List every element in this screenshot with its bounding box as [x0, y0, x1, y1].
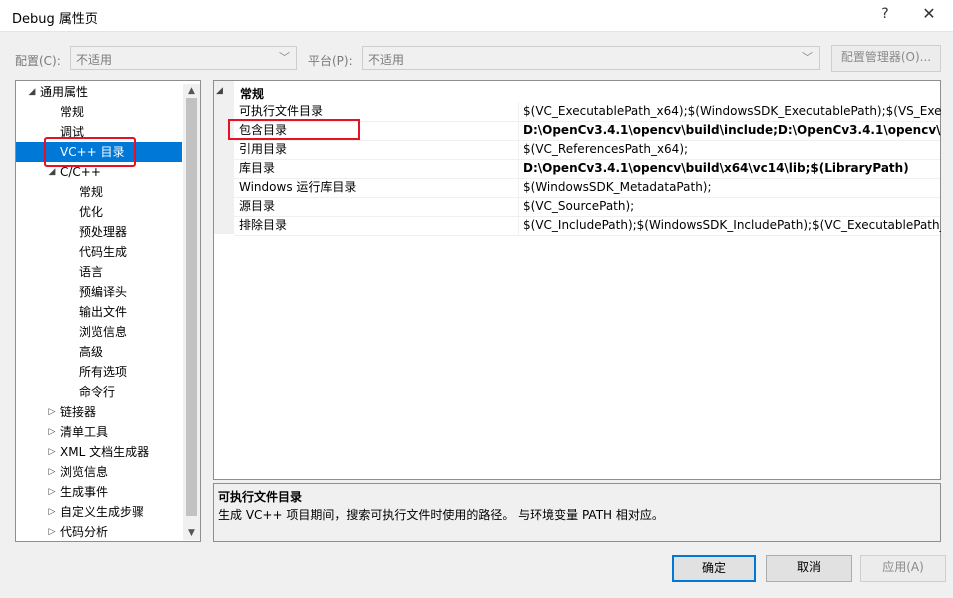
tree-item[interactable]: 优化 [16, 202, 182, 222]
chevron-down-icon: ﹀ [802, 51, 813, 64]
tree-item[interactable]: 命令行 [16, 382, 182, 402]
tree-item-label: 通用属性 [40, 85, 89, 99]
property-name: 源目录 [239, 199, 276, 213]
tree-item[interactable]: 语言 [16, 262, 182, 282]
collapse-arrow-icon[interactable]: ◢ [27, 82, 37, 102]
expand-arrow-icon[interactable]: ▷ [47, 522, 57, 542]
ok-button[interactable]: 确定 [672, 555, 756, 582]
help-button[interactable]: ? [870, 6, 900, 26]
property-value[interactable]: $(VC_ExecutablePath_x64);$(WindowsSDK_Ex… [523, 102, 941, 121]
tree-item-label: 清单工具 [60, 425, 109, 439]
property-row[interactable]: 库目录 D:\OpenCv3.4.1\opencv\build\x64\vc14\… [234, 159, 940, 179]
property-row[interactable]: 引用目录 $(VC_ReferencesPath_x64); [234, 140, 940, 160]
expand-arrow-icon[interactable]: ▷ [47, 402, 57, 422]
tree-item-label: 代码分析 [60, 525, 109, 539]
property-value[interactable]: $(WindowsSDK_MetadataPath); [523, 178, 941, 197]
tree-item[interactable]: ▷ 链接器 [16, 402, 182, 422]
tree-item-label: 命令行 [79, 385, 116, 399]
property-value[interactable]: $(VC_IncludePath);$(WindowsSDK_IncludePa… [523, 216, 941, 235]
tree-item-label: 链接器 [60, 405, 97, 419]
tree-item-label: 预编译头 [79, 285, 128, 299]
tree-item[interactable]: ▷ 清单工具 [16, 422, 182, 442]
tree-item[interactable]: 高级 [16, 342, 182, 362]
highlight-box [44, 137, 136, 167]
tree-item-label: XML 文档生成器 [60, 445, 150, 459]
expand-arrow-icon[interactable]: ▷ [47, 462, 57, 482]
cancel-button[interactable]: 取消 [766, 555, 852, 582]
property-row[interactable]: 源目录 $(VC_SourcePath); [234, 197, 940, 217]
platform-dropdown[interactable]: 不适用 ﹀ [362, 46, 820, 70]
scroll-thumb[interactable] [186, 98, 197, 516]
tree-item-label: 高级 [79, 345, 104, 359]
expand-arrow-icon[interactable]: ▷ [47, 502, 57, 522]
tree-item[interactable]: ▷ 代码分析 [16, 522, 182, 542]
property-value[interactable]: $(VC_ReferencesPath_x64); [523, 140, 941, 159]
scroll-up-icon[interactable]: ▲ [183, 84, 200, 98]
column-divider [518, 216, 519, 235]
tree-item-label: 优化 [79, 205, 104, 219]
grid-gutter [214, 81, 234, 234]
scroll-down-icon[interactable]: ▼ [183, 526, 200, 540]
expand-arrow-icon[interactable]: ▷ [47, 442, 57, 462]
tree-item[interactable]: 所有选项 [16, 362, 182, 382]
tree-item-label: 代码生成 [79, 245, 128, 259]
property-name: Windows 运行库目录 [239, 180, 357, 194]
tree-item[interactable]: ◢ 通用属性 [16, 82, 182, 102]
config-dropdown[interactable]: 不适用 ﹀ [70, 46, 297, 70]
tree-item-label: 语言 [79, 265, 104, 279]
column-divider [518, 121, 519, 140]
property-name: 排除目录 [239, 218, 288, 232]
tree-item[interactable]: ▷ XML 文档生成器 [16, 442, 182, 462]
title-bar [0, 0, 953, 32]
tree-item-label: 所有选项 [79, 365, 128, 379]
property-name: 库目录 [239, 161, 276, 175]
expand-arrow-icon[interactable]: ▷ [47, 422, 57, 442]
tree-item[interactable]: ▷ 生成事件 [16, 482, 182, 502]
tree-item[interactable]: ▷ 浏览信息 [16, 462, 182, 482]
platform-value: 不适用 [368, 53, 405, 67]
tree-item-label: 浏览信息 [60, 465, 109, 479]
tree-item[interactable]: 代码生成 [16, 242, 182, 262]
property-value[interactable]: $(VC_SourcePath); [523, 197, 941, 216]
description-text: 生成 VC++ 项目期间，搜索可执行文件时使用的路径。 与环境变量 PATH 相… [218, 508, 664, 522]
tree-item[interactable]: 浏览信息 [16, 322, 182, 342]
category-expand-icon[interactable]: ◢ [216, 86, 223, 96]
tree-item[interactable]: 预处理器 [16, 222, 182, 242]
config-label: 配置(C): [15, 54, 61, 68]
column-divider [518, 140, 519, 159]
category-header: 常规 [240, 87, 265, 101]
tree-item[interactable]: 输出文件 [16, 302, 182, 322]
property-row[interactable]: Windows 运行库目录 $(WindowsSDK_MetadataPath); [234, 178, 940, 198]
property-value[interactable]: D:\OpenCv3.4.1\opencv\build\include;D:\O… [523, 121, 941, 140]
close-button[interactable]: ✕ [914, 4, 944, 28]
platform-label: 平台(P): [308, 54, 353, 68]
tree-item-label: 常规 [60, 105, 85, 119]
tree-item[interactable]: 常规 [16, 102, 182, 122]
column-divider [518, 102, 519, 121]
tree-item-label: 输出文件 [79, 305, 128, 319]
description-title: 可执行文件目录 [218, 490, 303, 504]
tree-item-label: 浏览信息 [79, 325, 128, 339]
tree-item[interactable]: 预编译头 [16, 282, 182, 302]
chevron-down-icon: ﹀ [279, 51, 290, 64]
tree-scrollbar[interactable]: ▲ ▼ [183, 84, 200, 540]
config-manager-button[interactable]: 配置管理器(O)... [831, 45, 941, 72]
highlight-box [228, 119, 360, 140]
property-row[interactable]: 排除目录 $(VC_IncludePath);$(WindowsSDK_Inclu… [234, 216, 941, 236]
property-value[interactable]: D:\OpenCv3.4.1\opencv\build\x64\vc14\lib… [523, 159, 941, 178]
tree-item[interactable]: ▷ 自定义生成步骤 [16, 502, 182, 522]
expand-arrow-icon[interactable]: ▷ [47, 482, 57, 502]
tree-item-label: 生成事件 [60, 485, 109, 499]
column-divider [518, 159, 519, 178]
window-title: Debug 属性页 [12, 12, 98, 27]
config-value: 不适用 [76, 53, 113, 67]
column-divider [518, 178, 519, 197]
tree-item-label: 预处理器 [79, 225, 128, 239]
property-name: 引用目录 [239, 142, 288, 156]
tree-item-label: 常规 [79, 185, 104, 199]
column-divider [518, 197, 519, 216]
apply-button[interactable]: 应用(A) [860, 555, 946, 582]
tree-item-label: 自定义生成步骤 [60, 505, 145, 519]
tree-item[interactable]: 常规 [16, 182, 182, 202]
